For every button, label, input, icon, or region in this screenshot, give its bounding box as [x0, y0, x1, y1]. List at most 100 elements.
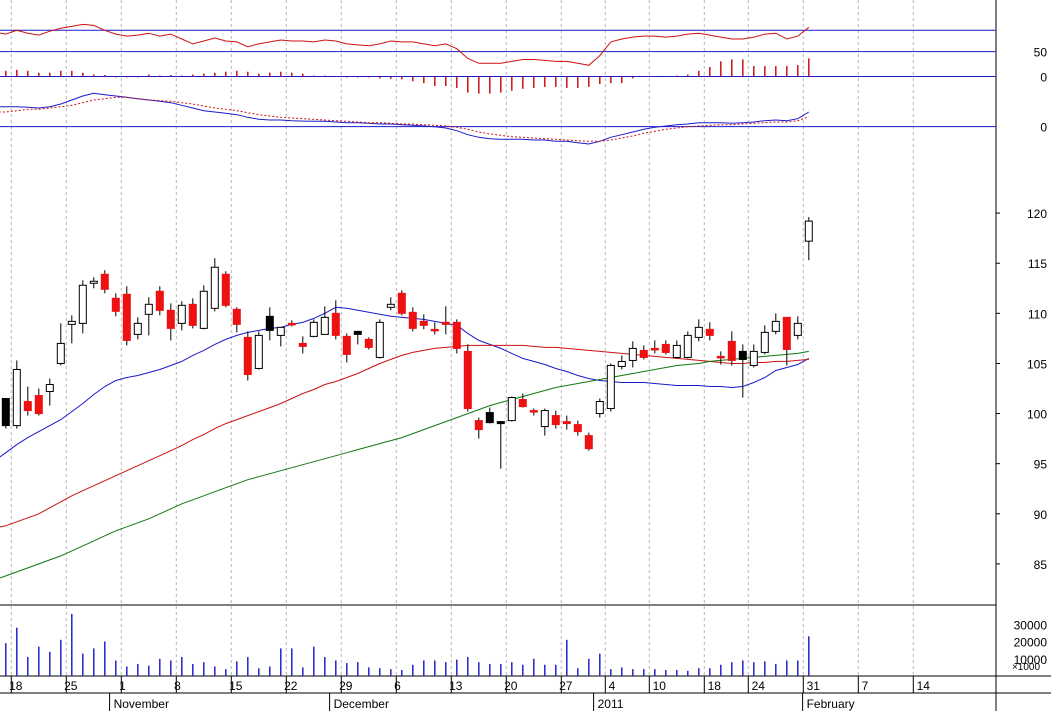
price-tick-label: 95	[1034, 458, 1048, 472]
candle	[386, 297, 395, 311]
volume-unit-label: ×1000	[1012, 662, 1041, 673]
candle	[243, 331, 252, 381]
candle	[793, 316, 802, 340]
candle	[67, 315, 76, 344]
candle-body	[683, 334, 692, 358]
candle-body	[23, 401, 32, 412]
candle-body	[221, 273, 230, 306]
stock-chart: 5000120115110105100959085300002000010000…	[0, 0, 1051, 711]
candle	[573, 420, 582, 436]
candle	[298, 336, 307, 354]
candle	[265, 307, 274, 341]
candle	[342, 333, 351, 363]
candle	[771, 313, 780, 335]
candle-body	[529, 410, 538, 413]
x-month-label: February	[807, 697, 855, 711]
candle	[452, 319, 461, 354]
candle	[78, 280, 87, 334]
osc3-tick-label: 0	[1040, 121, 1047, 135]
candle	[309, 319, 318, 338]
candle	[584, 432, 593, 451]
candle	[210, 258, 219, 312]
candle-body	[727, 340, 736, 361]
candle-body	[34, 395, 43, 415]
candle-body	[694, 326, 703, 338]
candle-body	[276, 326, 285, 336]
candle-body	[639, 349, 648, 358]
candle	[254, 331, 263, 370]
candle-body	[452, 321, 461, 349]
candle-body	[56, 342, 65, 364]
candle-body	[628, 347, 637, 361]
candle-body	[133, 322, 142, 335]
candle	[353, 330, 362, 345]
candle-body	[188, 303, 197, 326]
candle-body	[122, 293, 131, 341]
x-day-label: 10	[653, 679, 667, 693]
candle	[232, 307, 241, 333]
candle	[683, 331, 692, 359]
candle-body	[738, 350, 747, 360]
candle	[628, 341, 637, 368]
candle-body	[782, 316, 791, 350]
x-day-label: 18	[708, 679, 722, 693]
candle	[408, 307, 417, 332]
candle	[551, 410, 560, 429]
candle-body	[397, 292, 406, 314]
candle	[419, 314, 428, 330]
candle	[23, 386, 32, 416]
candle	[100, 270, 109, 294]
vertical-gridlines	[10, 0, 914, 676]
candle	[672, 340, 681, 359]
candle	[1, 398, 10, 429]
candle	[782, 316, 791, 366]
price-tick-label: 110	[1028, 307, 1047, 321]
candle	[133, 317, 142, 340]
x-day-label: 6	[394, 679, 401, 693]
x-day-label: 22	[284, 679, 298, 693]
oscillator-panel-3	[0, 92, 996, 145]
candle-body	[419, 320, 428, 326]
candle-body	[496, 421, 505, 425]
volume-tick-label: 30000	[1014, 618, 1048, 632]
candle	[749, 344, 758, 368]
candle-body	[342, 335, 351, 355]
x-day-label: 14	[917, 679, 931, 693]
candle	[430, 322, 439, 335]
candle-body	[111, 297, 120, 312]
x-day-label: 25	[64, 679, 78, 693]
candle	[606, 363, 615, 412]
price-tick-label: 115	[1028, 257, 1047, 271]
price-panel	[0, 217, 813, 579]
x-day-label: 8	[174, 679, 181, 693]
candle-body	[584, 435, 593, 450]
candle-body	[287, 322, 296, 326]
candle-body	[243, 336, 252, 375]
x-month-label: December	[334, 697, 389, 711]
price-tick-label: 85	[1034, 558, 1048, 572]
candle-body	[353, 330, 362, 335]
x-day-label: 7	[862, 679, 869, 693]
candle	[507, 396, 516, 422]
candle	[375, 319, 384, 359]
candle	[397, 290, 406, 316]
candle-body	[463, 350, 472, 410]
candle-body	[793, 322, 802, 336]
candle-body	[441, 321, 450, 325]
candle	[485, 407, 494, 424]
candle-body	[309, 321, 318, 337]
candle-body	[408, 311, 417, 329]
y-axis-labels: 5000120115110105100959085300002000010000…	[996, 46, 1047, 673]
candle-body	[617, 360, 626, 367]
candle	[188, 298, 197, 329]
candle-body	[232, 308, 241, 325]
candle	[804, 217, 813, 261]
x-day-label: 24	[752, 679, 766, 693]
candle-body	[705, 328, 714, 336]
candle-body	[78, 284, 87, 324]
candle-body	[661, 343, 670, 353]
candle	[661, 340, 670, 355]
candle-body	[364, 338, 373, 348]
candle-body	[265, 315, 274, 331]
candle-body	[672, 344, 681, 358]
